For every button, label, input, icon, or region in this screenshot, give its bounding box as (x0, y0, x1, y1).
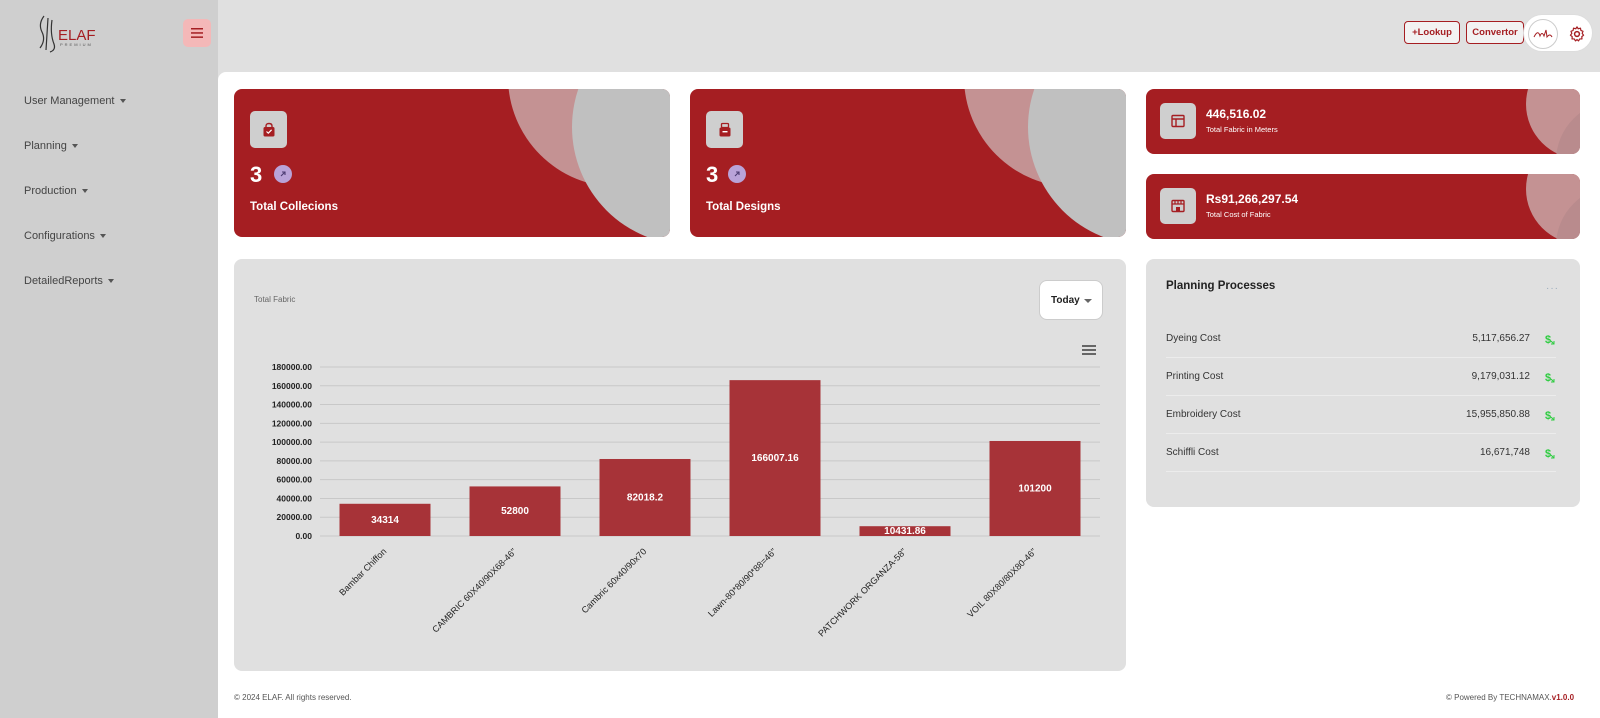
y-tick-label: 60000.00 (277, 475, 313, 485)
sidebar-item-planning[interactable]: Planning (0, 123, 218, 168)
svg-text:$: $ (1545, 334, 1551, 345)
planning-row-label: Schiffli Cost (1166, 447, 1219, 458)
sidebar-toggle-button[interactable] (183, 19, 211, 47)
designs-label: Total Designs (706, 201, 781, 213)
brand-mark-icon (1533, 29, 1553, 39)
x-tick-label: CAMBRIC 60X40/90X68-46" (430, 546, 518, 634)
collections-label: Total Collecions (250, 201, 338, 213)
y-tick-label: 140000.00 (272, 400, 312, 410)
fabric-cost-label: Total Cost of Fabric (1206, 210, 1271, 219)
bar-data-label: 82018.2 (627, 492, 664, 503)
sidebar-item-label: DetailedReports (24, 274, 103, 287)
bar-data-label: 34314 (371, 515, 399, 526)
collections-count: 3 (250, 162, 263, 187)
y-tick-label: 40000.00 (277, 493, 313, 503)
x-tick-label: Cambric 60x40/90x70 (579, 546, 648, 615)
brand-logo[interactable]: ELAF PREMIUM (24, 10, 104, 56)
fabric-meters-value: 446,516.02 (1206, 107, 1267, 121)
brand-sub: PREMIUM (60, 42, 93, 47)
caret-down-icon (107, 278, 114, 283)
sidebar: ELAF PREMIUM User Management Planning Pr… (0, 0, 218, 718)
planning-row-value: 5,117,656.27 (1472, 333, 1530, 344)
table-icon (1160, 103, 1196, 139)
footer-version: v1.0.0 (1551, 693, 1575, 702)
caret-down-icon (81, 188, 88, 193)
fabric-cost-value: Rs91,266,297.54 (1206, 192, 1299, 206)
more-options-icon[interactable]: ··· (1546, 283, 1559, 294)
sidebar-item-label: Production (24, 184, 77, 197)
card-decoration (1028, 89, 1126, 237)
sidebar-item-label: Configurations (24, 229, 95, 242)
total-designs-card[interactable]: 3 Total Designs (690, 89, 1126, 237)
planning-row-label: Dyeing Cost (1166, 333, 1221, 344)
planning-row-embroidery: Embroidery Cost 15,955,850.88 $ (1166, 396, 1556, 434)
x-tick-label: Lawn-80*80/90*88=46" (706, 546, 779, 619)
money-icon: $ (1545, 334, 1555, 345)
bar-data-label: 52800 (501, 506, 529, 517)
footer-copyright: © 2024 ELAF. All rights reserved. (234, 693, 352, 702)
planning-row-value: 9,179,031.12 (1471, 371, 1530, 382)
sidebar-item-production[interactable]: Production (0, 168, 218, 213)
arrow-up-icon (274, 165, 292, 183)
planning-row-schiffli: Schiffli Cost 16,671,748 $ (1166, 434, 1556, 472)
x-tick-label: Bambar Chiffon (337, 546, 388, 597)
total-collections-card[interactable]: 3 Total Collecions (234, 89, 670, 237)
card-decoration (572, 89, 670, 237)
planning-row-dyeing: Dyeing Cost 5,117,656.27 $ (1166, 320, 1556, 358)
sidebar-item-user-management[interactable]: User Management (0, 78, 218, 123)
y-tick-label: 120000.00 (272, 418, 312, 428)
gear-icon[interactable] (1568, 25, 1586, 43)
money-icon: $ (1545, 410, 1555, 421)
svg-text:$: $ (1545, 372, 1551, 383)
money-icon: $ (1545, 372, 1555, 383)
store-icon (1160, 188, 1196, 224)
bar-chart: 0.00 20000.00 40000.00 60000.00 80000.00 1000… (272, 362, 1100, 639)
gift-box-icon (706, 111, 743, 148)
svg-text:$: $ (1545, 410, 1551, 421)
shopping-bag-icon (250, 111, 287, 148)
topbar (218, 0, 1600, 72)
y-tick-label: 20000.00 (277, 512, 313, 522)
money-icon: $ (1545, 448, 1555, 459)
y-tick-label: 80000.00 (277, 456, 313, 466)
convertor-button[interactable]: Convertor (1466, 21, 1524, 44)
caret-down-icon (71, 143, 78, 148)
planning-row-value: 16,671,748 (1479, 447, 1530, 458)
svg-text:$: $ (1545, 448, 1551, 459)
planning-title: Planning Processes (1166, 280, 1276, 292)
planning-row-printing: Printing Cost 9,179,031.12 $ (1166, 358, 1556, 396)
planning-row-label: Printing Cost (1166, 371, 1224, 382)
footer-powered-by: © Powered By TECHNAMAX.v1.0.0 (1446, 693, 1574, 702)
caret-down-icon (99, 233, 106, 238)
profile-menu (1523, 14, 1593, 52)
total-fabric-cost-card[interactable]: Rs91,266,297.54 Total Cost of Fabric (1146, 174, 1580, 239)
avatar[interactable] (1528, 19, 1558, 49)
fabric-meters-label: Total Fabric in Meters (1206, 125, 1278, 134)
y-tick-label: 160000.00 (272, 381, 312, 391)
footer-powered-text: © Powered By TECHNAMAX. (1446, 693, 1552, 702)
total-fabric-meters-card[interactable]: 446,516.02 Total Fabric in Meters (1146, 89, 1580, 154)
x-tick-label: PATCHWORK ORGANZA-58" (816, 546, 908, 638)
total-fabric-chart-card: Total Fabric Today 0.00 20000.00 40000.00 6… (234, 259, 1126, 671)
caret-down-icon (119, 98, 126, 103)
planning-row-label: Embroidery Cost (1166, 409, 1241, 420)
sidebar-item-label: User Management (24, 94, 115, 107)
bar-data-label: 166007.16 (751, 453, 799, 464)
sidebar-nav: User Management Planning Production Conf… (0, 78, 218, 303)
sidebar-item-detailed-reports[interactable]: DetailedReports (0, 258, 218, 303)
y-tick-label: 180000.00 (272, 362, 312, 372)
sidebar-item-label: Planning (24, 139, 67, 152)
x-tick-label: VOIL 80X80/80X80-46" (965, 546, 1038, 619)
bar-data-label: 101200 (1018, 483, 1052, 494)
designs-count: 3 (706, 162, 719, 187)
sidebar-item-configurations[interactable]: Configurations (0, 213, 218, 258)
planning-row-value: 15,955,850.88 (1466, 409, 1530, 420)
y-tick-label: 100000.00 (272, 437, 312, 447)
arrow-up-icon (728, 165, 746, 183)
menu-icon (191, 28, 203, 38)
lookup-button[interactable]: +Lookup (1404, 21, 1460, 44)
bar-data-label: 10431.86 (884, 526, 926, 537)
planning-processes-card: Planning Processes ··· Dyeing Cost 5,117… (1146, 259, 1580, 507)
y-tick-label: 0.00 (295, 531, 312, 541)
